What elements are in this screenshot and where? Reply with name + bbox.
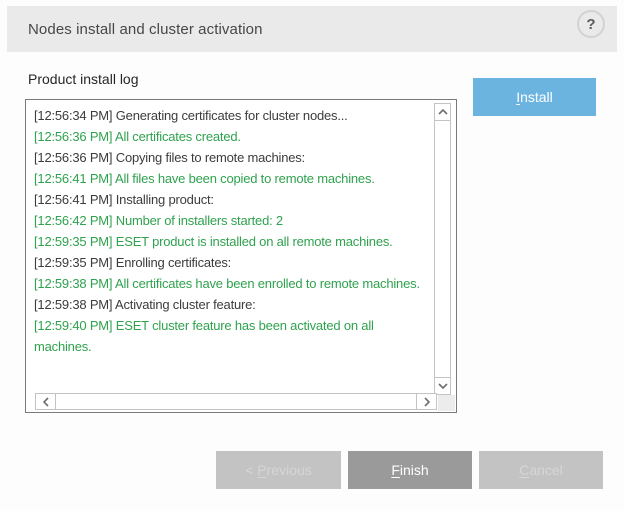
install-button[interactable]: Install — [473, 78, 596, 116]
log-line: [12:56:34 PM] Generating certificates fo… — [34, 105, 428, 126]
product-install-log-box: [12:56:34 PM] Generating certificates fo… — [25, 99, 457, 413]
chevron-up-icon — [438, 109, 448, 115]
log-lines: [12:56:34 PM] Generating certificates fo… — [26, 100, 456, 412]
log-line: [12:59:40 PM] ESET cluster feature has b… — [34, 315, 428, 357]
log-line: [12:56:36 PM] All certificates created. — [34, 126, 428, 147]
chevron-down-icon — [438, 383, 448, 389]
chevron-left-icon — [43, 397, 49, 407]
vertical-scrollbar[interactable] — [434, 103, 451, 395]
help-button[interactable]: ? — [577, 10, 605, 38]
log-line: [12:56:42 PM] Number of installers start… — [34, 210, 428, 231]
log-line: [12:59:35 PM] ESET product is installed … — [34, 231, 428, 252]
cancel-button: Cancel — [479, 451, 603, 489]
product-install-log-label: Product install log — [28, 71, 139, 87]
log-line: [12:56:41 PM] Installing product: — [34, 189, 428, 210]
previous-button: < Previous — [216, 451, 341, 489]
page-title: Nodes install and cluster activation — [28, 6, 263, 52]
scroll-down-button[interactable] — [435, 377, 450, 394]
chevron-right-icon — [424, 397, 430, 407]
scroll-right-button[interactable] — [416, 394, 436, 409]
scroll-left-button[interactable] — [36, 394, 56, 409]
wizard-dialog: Nodes install and cluster activation ? P… — [0, 0, 624, 511]
question-mark-icon: ? — [586, 16, 595, 33]
horizontal-scrollbar[interactable] — [35, 393, 437, 410]
log-line: [12:59:35 PM] Enrolling certificates: — [34, 252, 428, 273]
log-line: [12:59:38 PM] Activating cluster feature… — [34, 294, 428, 315]
dialog-header: Nodes install and cluster activation ? — [7, 6, 617, 52]
scrollbar-corner — [438, 395, 455, 411]
scroll-up-button[interactable] — [435, 104, 450, 121]
log-line: [12:56:36 PM] Copying files to remote ma… — [34, 147, 428, 168]
finish-button[interactable]: Finish — [348, 451, 472, 489]
log-line: [12:59:38 PM] All certificates have been… — [34, 273, 428, 294]
log-line: [12:56:41 PM] All files have been copied… — [34, 168, 428, 189]
